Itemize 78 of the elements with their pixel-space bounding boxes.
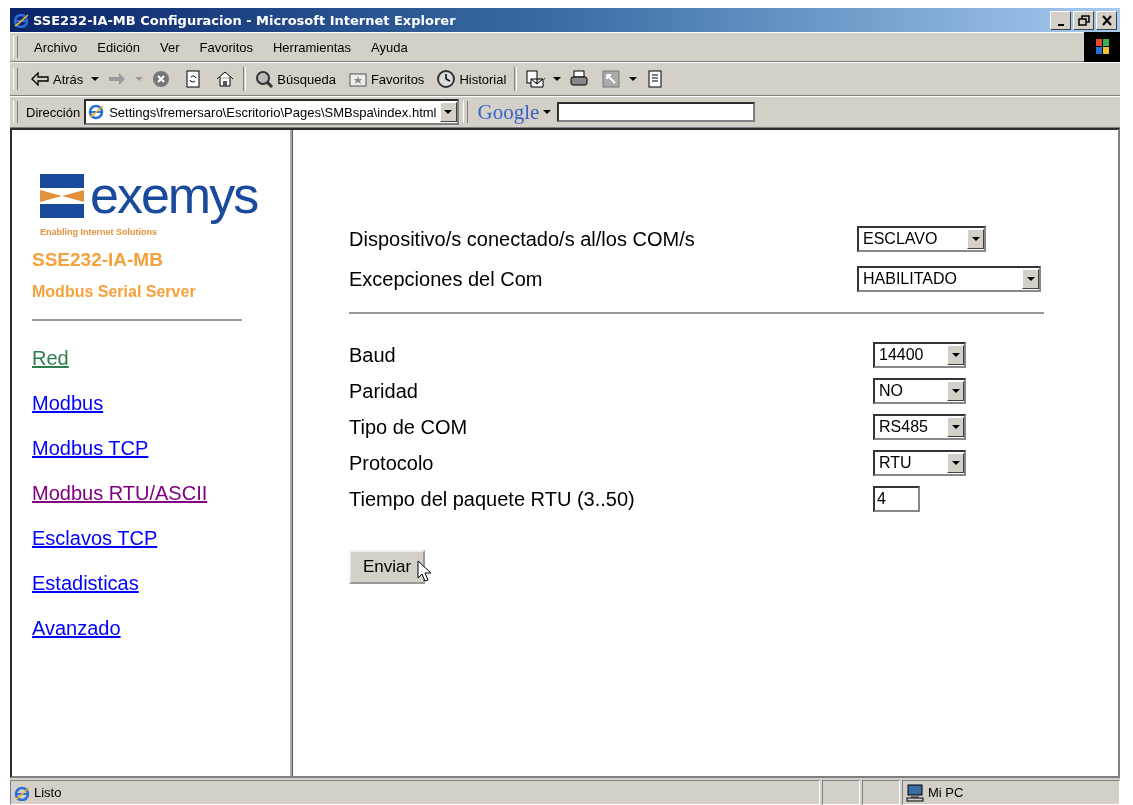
menu-item[interactable]: Edición	[89, 39, 148, 55]
dropdown[interactable]: ESCLAVO	[857, 226, 986, 252]
caret-icon	[444, 110, 452, 114]
dropdown[interactable]: 14400	[873, 342, 966, 368]
dropdown-caret-icon	[629, 77, 638, 81]
nav-link[interactable]: Estadisticas	[32, 571, 139, 617]
search-button[interactable]: Búsqueda	[250, 67, 340, 91]
dropdown-caret-icon	[543, 110, 552, 114]
windows-logo-icon	[1084, 32, 1120, 62]
status-panel	[822, 780, 860, 805]
field-label: Paridad	[349, 379, 418, 403]
back-arrow-button[interactable]: Atrás	[26, 67, 88, 91]
minimize-icon	[1057, 23, 1064, 26]
minimize-button[interactable]	[1050, 10, 1071, 30]
edit-icon	[601, 69, 622, 89]
nav-link[interactable]: Avanzado	[32, 616, 121, 662]
product-subtitle: Modbus Serial Server	[32, 282, 196, 301]
address-label: Dirección	[26, 104, 81, 120]
zone-text: Mi PC	[928, 785, 964, 800]
status-text: Listo	[34, 785, 62, 800]
dropdown-button[interactable]	[439, 102, 457, 122]
menu-item[interactable]: Herramientas	[265, 39, 359, 55]
search-field[interactable]	[557, 102, 756, 122]
nav-link[interactable]: Modbus RTU/ASCII	[32, 481, 208, 527]
dropdown[interactable]: NO	[873, 378, 966, 404]
clock-button[interactable]: Historial	[432, 67, 511, 91]
back-arrow-icon	[30, 69, 50, 89]
field-label: Excepciones del Com	[349, 267, 543, 291]
dropdown-caret-icon	[553, 77, 562, 81]
dropdown-caret-icon	[135, 77, 144, 81]
browser-icon	[13, 12, 29, 28]
page-icon	[14, 784, 30, 801]
field-label: Tipo de COM	[349, 415, 468, 439]
caret-icon	[951, 461, 960, 465]
home-icon	[215, 69, 236, 89]
dropdown[interactable]: HABILITADO	[857, 266, 1041, 292]
address-field[interactable]: Settings\fremersaro\Escritorio\Pages\SMBspa\index.html	[84, 99, 459, 125]
mouse-pointer-icon	[417, 560, 434, 583]
dropdown-caret-icon	[91, 77, 100, 81]
field-label: Baud	[349, 343, 396, 367]
dropdown[interactable]: RTU	[873, 450, 966, 476]
computer-icon	[906, 783, 924, 802]
nav-link[interactable]: Modbus TCP	[32, 436, 149, 482]
caret-icon	[951, 389, 960, 393]
close-icon	[1101, 14, 1112, 26]
nav-link[interactable]: Red	[32, 346, 69, 392]
status-panel	[862, 780, 900, 805]
field-label: Protocolo	[349, 451, 434, 475]
window-title: SSE232-IA-MB Configuracion - Microsoft Internet Explorer	[33, 12, 457, 28]
submit-button[interactable]: Enviar	[349, 550, 426, 584]
nav-link[interactable]: Esclavos TCP	[32, 526, 158, 572]
menu-item[interactable]: Ayuda	[363, 39, 416, 55]
close-button[interactable]	[1096, 10, 1117, 30]
logo-icon	[40, 173, 84, 218]
field-label: Dispositivo/s conectado/s al/los COM/s	[349, 227, 695, 251]
menu-item[interactable]: Favoritos	[191, 39, 261, 55]
caret-icon	[971, 237, 980, 241]
logo-wordmark: exemys	[90, 166, 258, 226]
printer-icon	[569, 69, 590, 89]
restore-icon	[1077, 14, 1090, 26]
nav-link[interactable]: Modbus	[32, 391, 104, 437]
caret-icon	[1026, 277, 1035, 281]
mail-icon	[525, 69, 546, 89]
field-label: Tiempo del paquete RTU (3..50)	[349, 487, 635, 511]
stop-icon	[151, 69, 172, 89]
search-icon	[254, 69, 275, 89]
text-input[interactable]: 4	[873, 486, 920, 512]
dropdown[interactable]: RS485	[873, 414, 966, 440]
product-name: SSE232-IA-MB	[32, 248, 163, 271]
clock-icon	[436, 69, 457, 89]
restore-button[interactable]	[1073, 10, 1094, 30]
caret-icon	[951, 353, 960, 357]
folder-star-button[interactable]: Favoritos	[343, 67, 429, 91]
logo-tagline: Enabling Internet Solutions	[40, 226, 157, 237]
menu-item[interactable]: Archivo	[26, 39, 86, 55]
caret-icon	[951, 425, 960, 429]
google-button[interactable]: Google	[475, 99, 554, 125]
menu-item[interactable]: Ver	[152, 39, 188, 55]
